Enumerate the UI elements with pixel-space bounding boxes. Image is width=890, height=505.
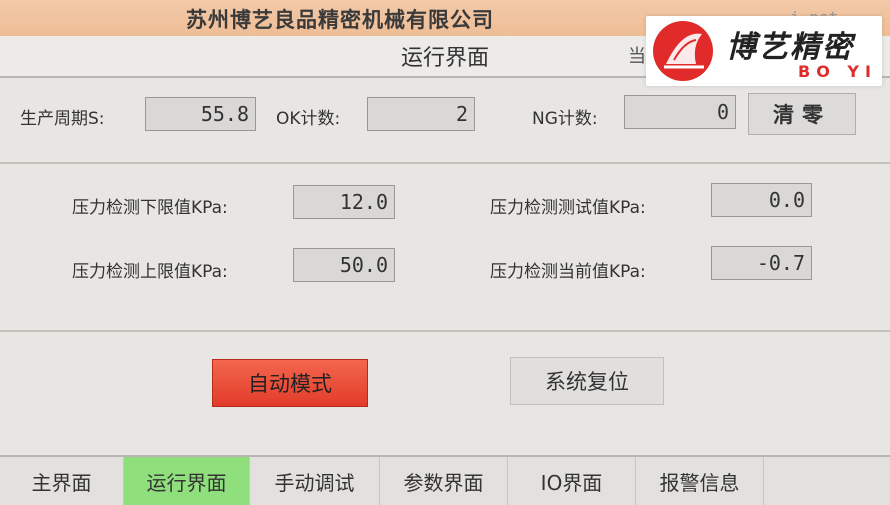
tab-io[interactable]: IO界面 [508,457,636,505]
pressure-current-field: -0.7 [711,246,812,280]
brand-name: 博艺精密 [726,30,854,65]
tab-parameters[interactable]: 参数界面 [380,457,508,505]
tab-manual-debug[interactable]: 手动调试 [250,457,380,505]
divider [0,162,890,164]
pressure-lower-field[interactable]: 12.0 [293,185,395,219]
pressure-upper-field[interactable]: 50.0 [293,248,395,282]
ng-count-label: NG计数: [532,109,598,129]
divider [0,330,890,332]
ok-count-field: 2 [367,97,475,131]
bottom-nav: 主界面 运行界面 手动调试 参数界面 IO界面 报警信息 [0,455,890,505]
pressure-test-label: 压力检测测试值KPa: [490,198,646,218]
ng-count-field: 0 [624,95,736,129]
ok-count-label: OK计数: [276,109,341,129]
pressure-test-field: 0.0 [711,183,812,217]
pressure-lower-label: 压力检测下限值KPa: [72,198,228,218]
brand-logo: 博艺精密 BO YI [646,16,882,86]
company-name: 苏州博艺良品精密机械有限公司 [186,7,494,32]
auto-mode-button[interactable]: 自动模式 [212,359,368,407]
tab-run[interactable]: 运行界面 [124,457,250,505]
sail-logo-icon [653,21,713,81]
cycle-time-field: 55.8 [145,97,256,131]
tab-alarms[interactable]: 报警信息 [636,457,764,505]
current-user-label: 当 [628,46,646,67]
pressure-upper-label: 压力检测上限值KPa: [72,262,228,282]
pressure-current-label: 压力检测当前值KPa: [490,262,646,282]
brand-sub: BO YI [798,62,877,81]
system-reset-button[interactable]: 系统复位 [510,357,664,405]
tab-main[interactable]: 主界面 [0,457,124,505]
clear-button[interactable]: 清零 [748,93,856,135]
cycle-time-label: 生产周期S: [20,109,105,129]
